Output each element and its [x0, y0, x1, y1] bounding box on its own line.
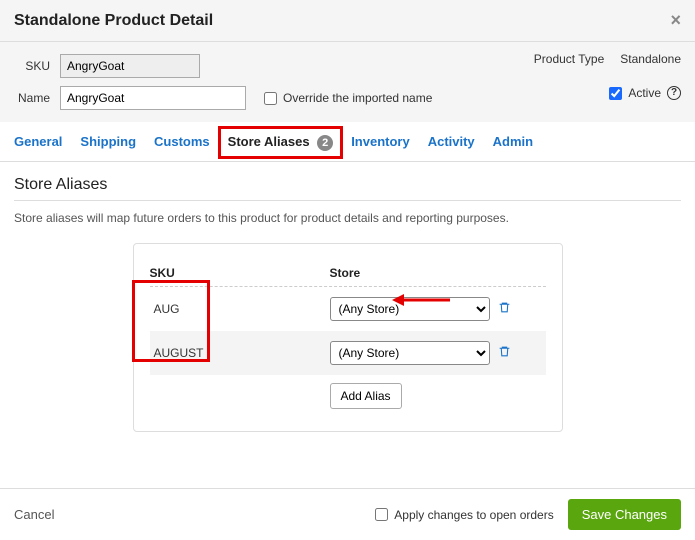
- save-changes-button[interactable]: Save Changes: [568, 499, 681, 530]
- tab-shipping[interactable]: Shipping: [80, 134, 136, 161]
- product-type-value: Standalone: [620, 52, 681, 66]
- apply-open-orders-checkbox[interactable]: [375, 508, 388, 521]
- dialog-title: Standalone Product Detail: [14, 12, 213, 30]
- annotation-highlight-tab: [218, 126, 344, 159]
- override-label: Override the imported name: [283, 91, 432, 105]
- close-icon[interactable]: ×: [670, 10, 681, 31]
- help-icon[interactable]: ?: [667, 86, 681, 100]
- column-header-sku: SKU: [150, 266, 330, 280]
- tab-customs[interactable]: Customs: [154, 134, 210, 161]
- tab-store-aliases[interactable]: Store Aliases 2: [228, 134, 334, 161]
- add-alias-button[interactable]: Add Alias: [330, 383, 402, 409]
- section-title: Store Aliases: [14, 176, 681, 194]
- alias-card: SKU Store AUG (Any Store) AUGUST (Any St…: [133, 243, 563, 432]
- override-checkbox[interactable]: [264, 92, 277, 105]
- apply-open-orders-label: Apply changes to open orders: [394, 508, 553, 522]
- section-description: Store aliases will map future orders to …: [14, 211, 681, 225]
- dialog-footer: Cancel Apply changes to open orders Save…: [0, 488, 695, 540]
- tab-activity[interactable]: Activity: [428, 134, 475, 161]
- name-label: Name: [14, 91, 50, 105]
- section-divider: [14, 200, 681, 201]
- tab-admin[interactable]: Admin: [493, 134, 533, 161]
- active-checkbox[interactable]: [609, 87, 622, 100]
- tab-inventory[interactable]: Inventory: [351, 134, 410, 161]
- content-area: Store Aliases Store aliases will map fut…: [0, 162, 695, 492]
- active-toggle-wrap: Active ?: [609, 86, 681, 100]
- alias-store-select[interactable]: (Any Store): [330, 341, 490, 365]
- name-input[interactable]: [60, 86, 246, 110]
- apply-open-orders-wrap[interactable]: Apply changes to open orders: [375, 508, 553, 522]
- column-header-store: Store: [330, 266, 361, 280]
- cancel-button[interactable]: Cancel: [14, 507, 54, 522]
- active-label: Active: [628, 86, 661, 100]
- dialog-header: Standalone Product Detail ×: [0, 0, 695, 42]
- product-type-label: Product Type: [534, 52, 605, 66]
- tabs-bar: General Shipping Customs Store Aliases 2…: [0, 122, 695, 162]
- annotation-arrow-icon: [392, 292, 452, 308]
- annotation-highlight-sku: [132, 280, 210, 362]
- sku-input[interactable]: [60, 54, 200, 78]
- override-checkbox-wrap[interactable]: Override the imported name: [264, 91, 432, 105]
- tab-general[interactable]: General: [14, 134, 62, 161]
- sku-label: SKU: [14, 59, 50, 73]
- trash-icon[interactable]: [498, 301, 511, 317]
- product-type-meta: Product Type Standalone: [534, 52, 681, 66]
- trash-icon[interactable]: [498, 345, 511, 361]
